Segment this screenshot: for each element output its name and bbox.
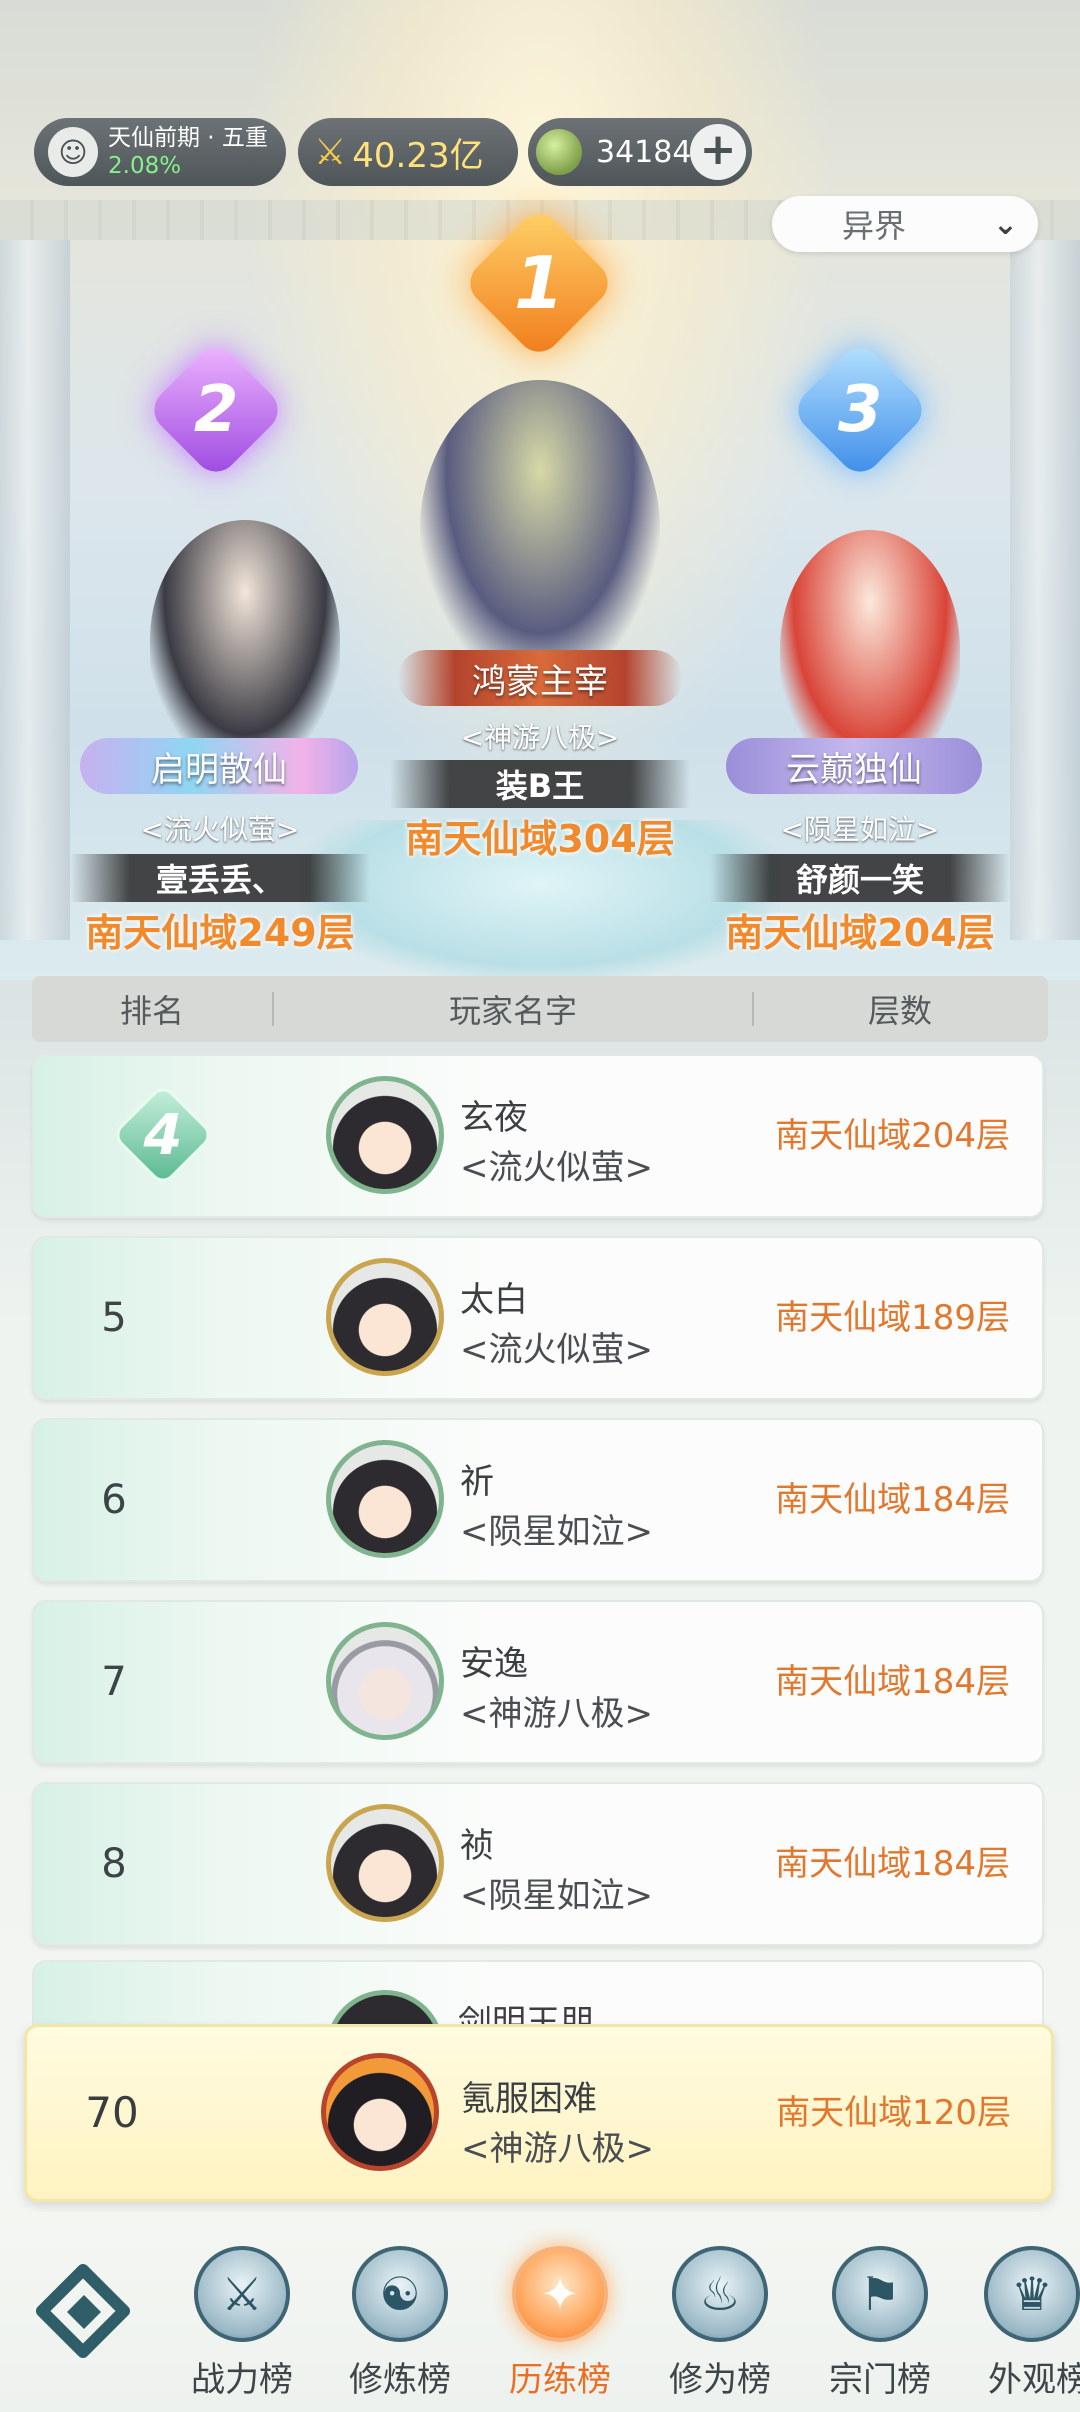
my-floor: 南天仙域120层 <box>776 2093 1011 2133</box>
player-floor: 南天仙域184层 <box>775 1844 1010 1884</box>
player-name: 安逸 <box>460 1644 528 1684</box>
rank-2-floor: 南天仙域249层 <box>85 911 355 955</box>
player-sect: <陨星如泣> <box>460 1876 653 1916</box>
player-sect: <神游八极> <box>460 1694 653 1734</box>
rank-1-number: 1 <box>513 240 565 325</box>
tab-cultivation[interactable]: ☯ 修炼榜 <box>320 2246 480 2406</box>
my-rank-number: 70 <box>85 2088 139 2137</box>
realm-filter-dropdown[interactable]: 异界 ⌄ <box>772 196 1038 252</box>
rank-1-sect: <神游八极> <box>460 721 620 754</box>
tab-trial[interactable]: ✦ 历练榜 <box>480 2212 640 2412</box>
tab-cultivation-level[interactable]: ♨ 修为榜 <box>640 2246 800 2406</box>
rank-3-number: 3 <box>837 373 883 447</box>
player-name: 祈 <box>460 1462 494 1502</box>
rank-number: 6 <box>101 1477 127 1523</box>
plus-icon: + <box>699 124 737 175</box>
add-currency-button[interactable]: + <box>690 124 746 180</box>
rank-1-floor: 南天仙域304层 <box>405 817 675 861</box>
rank-number: 5 <box>101 1295 127 1341</box>
player-floor: 南天仙域184层 <box>775 1662 1010 1702</box>
realm-status-chip[interactable]: ☺ 天仙前期 · 五重 2.08% <box>34 118 286 186</box>
cultivator-icon: ♨ <box>672 2246 768 2342</box>
currency-chip: 34184 + <box>528 118 752 186</box>
rank-2-number: 2 <box>193 373 239 447</box>
rank-2-character[interactable] <box>150 520 340 760</box>
header-floor: 层数 <box>867 992 932 1030</box>
tab-label: 宗门榜 <box>829 2360 931 2400</box>
header-player-name: 玩家名字 <box>448 992 577 1030</box>
rank-1-character[interactable] <box>420 380 660 680</box>
player-name-partial: 剑明王朋 <box>458 2006 594 2026</box>
my-sect: <神游八极> <box>461 2129 654 2169</box>
rank-number: 8 <box>101 1841 127 1887</box>
my-name: 氪服困难 <box>461 2079 597 2119</box>
rank-1-player-name[interactable]: 装B王 <box>390 760 690 808</box>
tab-appearance[interactable]: ♛ 外观榜 <box>960 2246 1080 2406</box>
rank-2-player-name[interactable]: 壹丢丢、 <box>70 854 370 902</box>
tab-sect[interactable]: ⚑ 宗门榜 <box>800 2246 960 2406</box>
player-sect: <流火似萤> <box>460 1330 653 1370</box>
my-avatar[interactable] <box>321 2053 439 2171</box>
player-name: 玄夜 <box>460 1098 528 1138</box>
crossed-swords-icon: ⚔ <box>314 131 347 173</box>
realm-name: 天仙前期 · 五重 <box>108 124 268 151</box>
player-name: 太白 <box>460 1280 528 1320</box>
my-rank-row[interactable]: 70 氪服困难 <神游八极> 南天仙域120层 <box>24 2024 1054 2202</box>
sect-banner-icon: ⚑ <box>832 2246 928 2342</box>
table-row[interactable]: 5 太白 <流火似萤> 南天仙域189层 <box>32 1236 1044 1400</box>
rank-3-title-plate: 云巅独仙 <box>726 738 982 794</box>
rank-3-character[interactable] <box>780 530 960 770</box>
player-sect: <陨星如泣> <box>460 1512 653 1552</box>
appearance-icon: ♛ <box>984 2246 1080 2342</box>
currency-amount: 34184 <box>596 134 692 170</box>
right-pillar <box>1010 240 1080 940</box>
table-row[interactable]: 4 玄夜 <流火似萤> 南天仙域204层 <box>32 1054 1044 1218</box>
realm-filter-value: 异界 <box>842 207 907 245</box>
tab-label: 历练榜 <box>509 2360 611 2400</box>
yin-yang-icon: ☯ <box>352 2246 448 2342</box>
header-rank: 排名 <box>119 992 184 1030</box>
rank-number: 7 <box>101 1659 127 1705</box>
tab-label: 修为榜 <box>669 2360 771 2400</box>
rank-1-title-plate: 鸿蒙主宰 <box>398 650 682 706</box>
player-floor: 南天仙域204层 <box>775 1116 1010 1156</box>
combat-power-value: 40.23亿 <box>352 135 484 176</box>
rank-3-floor: 南天仙域204层 <box>725 911 995 955</box>
player-floor: 南天仙域189层 <box>775 1298 1010 1338</box>
swords-icon: ⚔ <box>194 2246 290 2342</box>
tab-label: 战力榜 <box>191 2360 293 2400</box>
table-row[interactable]: 7 安逸 <神游八极> 南天仙域184层 <box>32 1600 1044 1764</box>
left-pillar <box>0 240 70 940</box>
player-avatar[interactable] <box>326 1076 444 1194</box>
tab-combat-power[interactable]: ⚔ 战力榜 <box>162 2246 322 2406</box>
home-menu-button[interactable] <box>33 2261 134 2362</box>
player-name: 祯 <box>460 1826 494 1866</box>
player-avatar[interactable] <box>326 1440 444 1558</box>
tab-label: 外观榜 <box>988 2360 1080 2400</box>
table-row[interactable]: 6 祈 <陨星如泣> 南天仙域184层 <box>32 1418 1044 1582</box>
player-avatar[interactable] <box>326 1258 444 1376</box>
rank-4-badge: 4 <box>110 1082 216 1188</box>
player-floor: 南天仙域184层 <box>775 1480 1010 1520</box>
chevron-down-icon: ⌄ <box>992 206 1018 242</box>
rank-2-title-plate: 启明散仙 <box>80 738 358 794</box>
tab-label: 修炼榜 <box>349 2360 451 2400</box>
spirit-stone-icon <box>536 129 582 175</box>
player-avatar[interactable] <box>326 1622 444 1740</box>
combat-power-chip: ⚔ 40.23亿 <box>298 118 518 186</box>
player-portrait-icon: ☺ <box>48 127 98 177</box>
star-sparkle-icon: ✦ <box>512 2246 608 2342</box>
table-row[interactable]: 8 祯 <陨星如泣> 南天仙域184层 <box>32 1782 1044 1946</box>
player-avatar[interactable] <box>326 1804 444 1922</box>
ranking-table-header: 排名 玩家名字 层数 <box>32 976 1048 1042</box>
rank-3-sect: <陨星如泣> <box>780 813 940 846</box>
realm-progress: 2.08% <box>108 152 182 179</box>
rank-3-player-name[interactable]: 舒颜一笑 <box>710 854 1010 902</box>
rank-number: 4 <box>143 1102 183 1168</box>
rank-2-sect: <流火似萤> <box>140 813 300 846</box>
player-sect: <流火似萤> <box>460 1148 653 1188</box>
